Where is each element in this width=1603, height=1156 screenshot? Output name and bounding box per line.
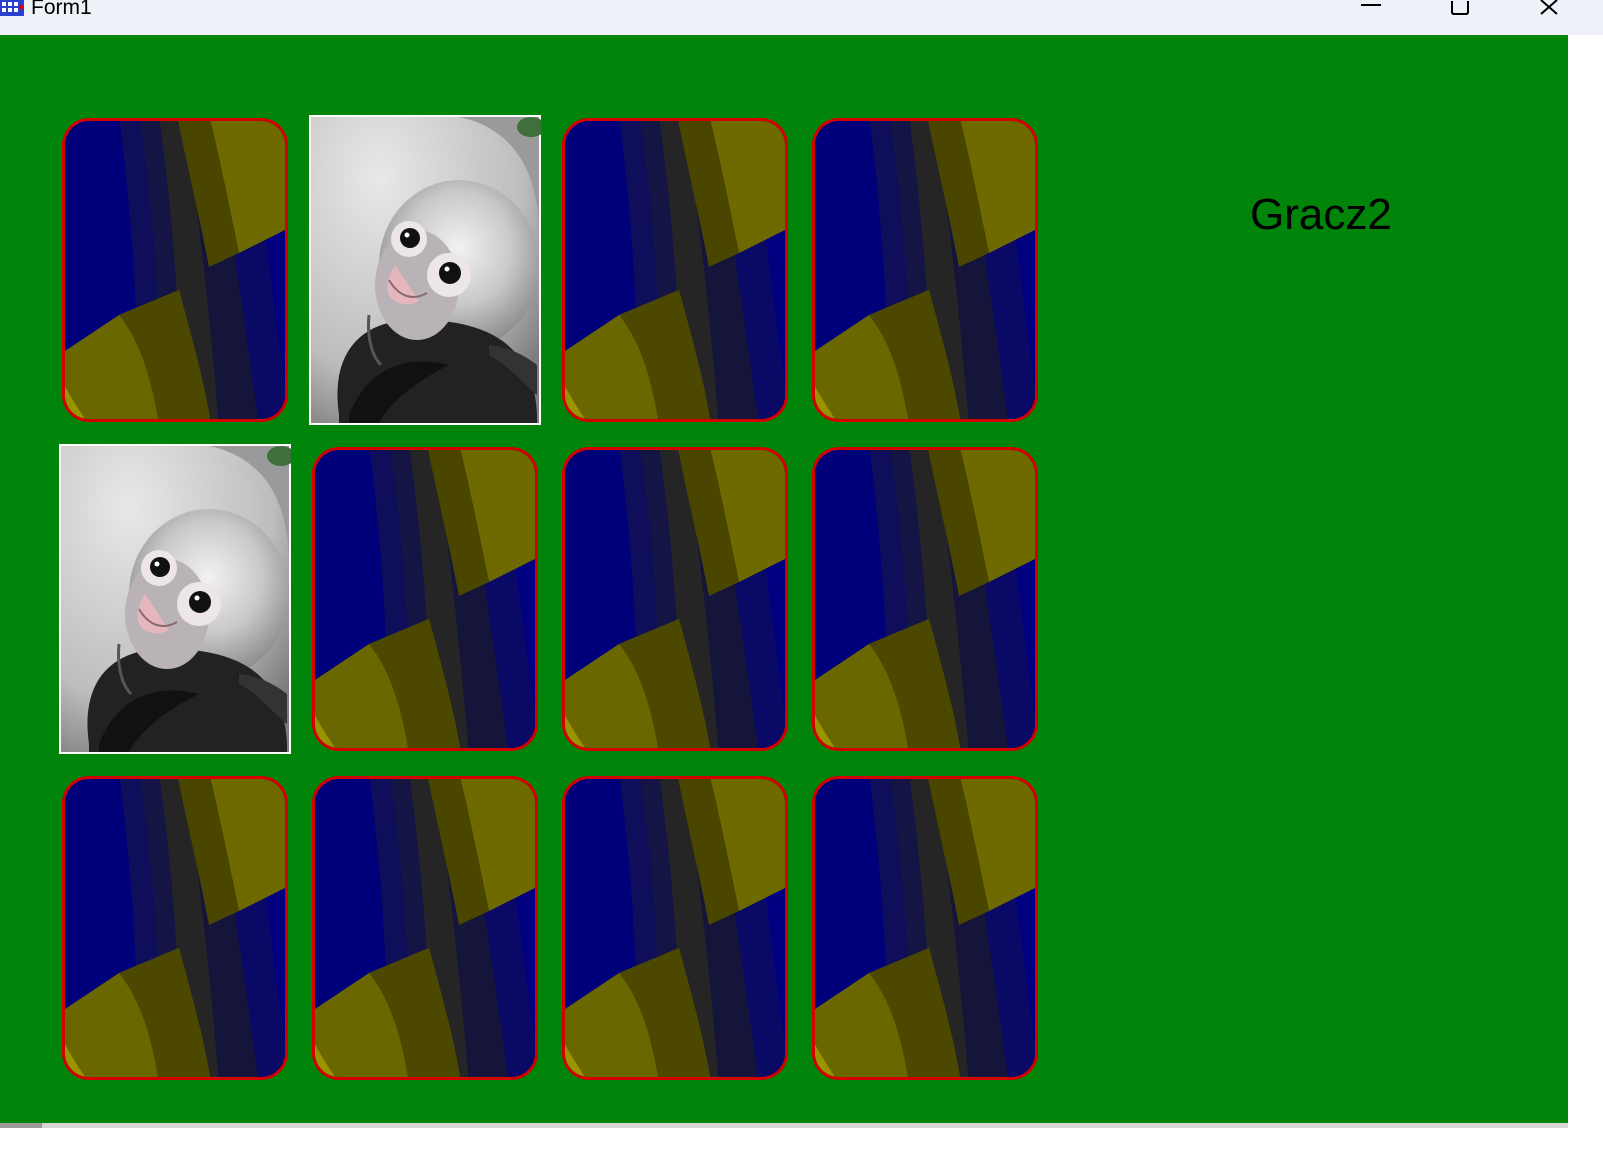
card-face-monkey[interactable] — [59, 444, 291, 754]
card-back-pattern — [312, 447, 538, 751]
card-face-monkey[interactable] — [309, 115, 541, 425]
maximize-icon — [1451, 1, 1469, 15]
window-title: Form1 — [31, 0, 92, 19]
card-back[interactable] — [809, 773, 1041, 1083]
minimize-icon — [1361, 4, 1381, 6]
card-back[interactable] — [559, 444, 791, 754]
card-back[interactable] — [809, 115, 1041, 425]
card-back[interactable] — [559, 115, 791, 425]
card-back-pattern — [562, 447, 788, 751]
monkey-image — [59, 444, 291, 754]
card-back[interactable] — [559, 773, 791, 1083]
card-back[interactable] — [809, 444, 1041, 754]
card-back-pattern — [812, 447, 1038, 751]
card-back[interactable] — [309, 444, 541, 754]
card-back-pattern — [62, 118, 288, 422]
app-icon — [0, 0, 24, 16]
card-back-pattern — [812, 118, 1038, 422]
title-bar[interactable]: Form1 — [0, 0, 1603, 35]
card-back-pattern — [562, 118, 788, 422]
card-back-pattern — [812, 776, 1038, 1080]
horizontal-scrollbar[interactable] — [0, 1123, 1568, 1128]
close-icon — [1540, 0, 1558, 15]
minimize-button[interactable] — [1341, 0, 1401, 22]
scrollbar-thumb[interactable] — [0, 1123, 42, 1128]
card-back[interactable] — [59, 115, 291, 425]
card-back-pattern — [62, 776, 288, 1080]
monkey-image — [309, 115, 541, 425]
maximize-button[interactable] — [1430, 0, 1490, 22]
card-back[interactable] — [59, 773, 291, 1083]
close-button[interactable] — [1520, 0, 1580, 22]
current-player-label: Gracz2 — [1250, 190, 1392, 239]
card-back[interactable] — [309, 773, 541, 1083]
app-window: Form1 Gracz2 — [0, 0, 1603, 1156]
card-back-pattern — [562, 776, 788, 1080]
card-back-pattern — [312, 776, 538, 1080]
